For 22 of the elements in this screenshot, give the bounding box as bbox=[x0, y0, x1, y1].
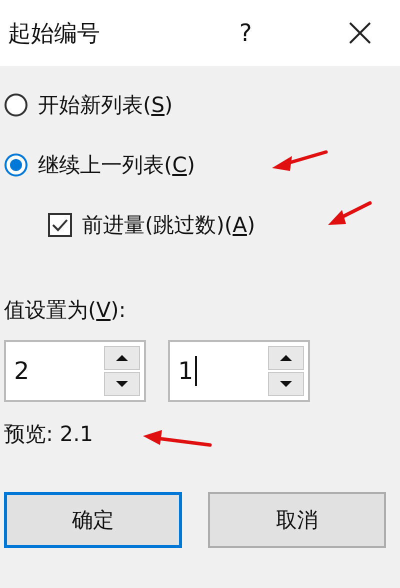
window-title: 起始编号 bbox=[8, 20, 100, 48]
option-label: 前进量(跳过数)(A) bbox=[82, 212, 256, 239]
spin-field[interactable]: 2 bbox=[4, 340, 146, 402]
spin-up-button[interactable] bbox=[268, 346, 304, 370]
radio-button[interactable] bbox=[4, 93, 28, 117]
checkbox[interactable] bbox=[48, 213, 72, 237]
value-label: 值设置为(V): bbox=[4, 297, 127, 324]
close-icon[interactable] bbox=[348, 21, 372, 45]
annotation-arrow bbox=[143, 430, 212, 447]
ok-button[interactable]: 确定 bbox=[4, 492, 182, 548]
option-label: 继续上一列表(C) bbox=[38, 152, 196, 179]
cancel-button[interactable]: 取消 bbox=[208, 492, 386, 548]
annotation-arrow bbox=[272, 150, 328, 171]
help-button[interactable]: ? bbox=[239, 19, 252, 47]
preview-text: 预览: 2.1 bbox=[4, 421, 94, 448]
spin-down-button[interactable] bbox=[268, 372, 304, 396]
spin-field[interactable]: 1 bbox=[168, 340, 310, 402]
radio-button[interactable] bbox=[4, 153, 28, 177]
annotation-arrow bbox=[328, 201, 372, 225]
spin-down-button[interactable] bbox=[104, 372, 140, 396]
option-label: 开始新列表(S) bbox=[38, 92, 173, 119]
spin-up-button[interactable] bbox=[104, 346, 140, 370]
